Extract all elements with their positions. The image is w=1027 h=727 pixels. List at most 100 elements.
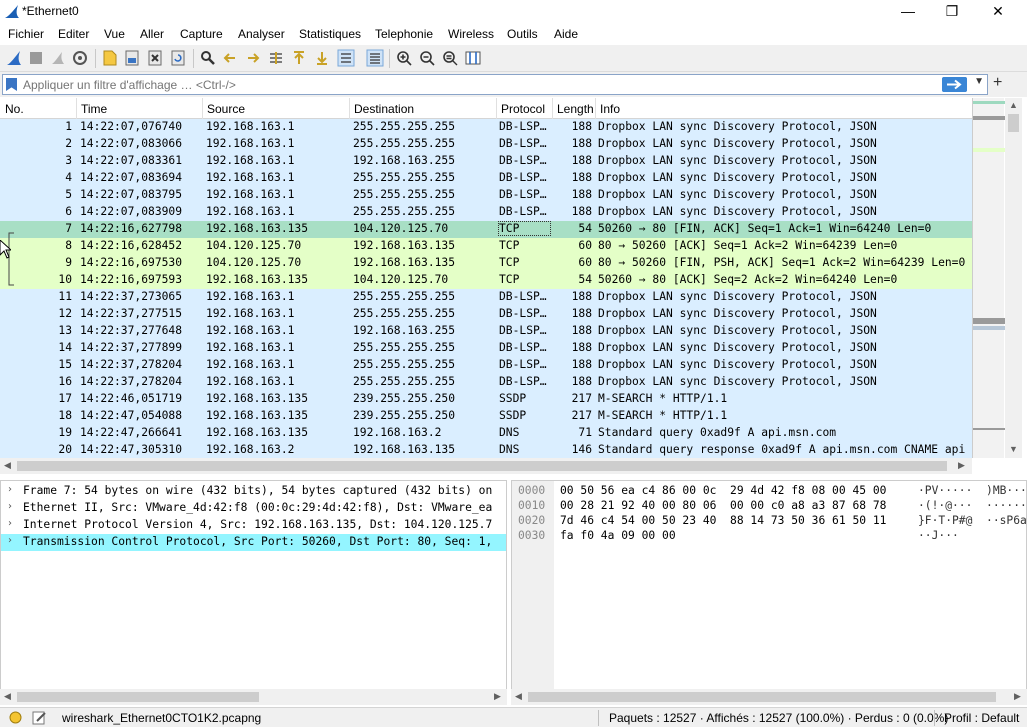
details-horizontal-scrollbar[interactable]: ◀ ▶ (0, 689, 507, 705)
column-length[interactable]: Length (557, 102, 593, 116)
column-no[interactable]: No. (5, 102, 24, 116)
table-row[interactable]: 9 14:22:16,697530 104.120.125.70 192.168.16… (0, 255, 972, 272)
menu-editer[interactable]: Editer (58, 27, 89, 41)
status-profile[interactable]: Profil : Default (944, 711, 1019, 725)
table-row[interactable]: 19 14:22:47,266641 192.168.163.135 192.168.… (0, 425, 972, 442)
zoom-normal-icon[interactable] (441, 49, 459, 67)
menu-fichier[interactable]: Fichier (8, 27, 44, 41)
detail-tree-item[interactable]: › Ethernet II, Src: VMware_4d:42:f8 (00:0… (1, 500, 506, 517)
capture-options-icon[interactable] (71, 49, 89, 67)
packet-destination: 255.255.255.255 (353, 171, 456, 184)
scroll-left-icon[interactable]: ◀ (515, 691, 522, 702)
scroll-right-icon[interactable]: ▶ (494, 691, 501, 702)
packet-destination: 192.168.163.255 (353, 154, 456, 167)
close-button[interactable]: ✕ (975, 0, 1021, 24)
table-row[interactable]: 3 14:22:07,083361 192.168.163.1 192.168.163… (0, 153, 972, 170)
apply-filter-arrow-icon[interactable] (942, 77, 967, 92)
table-row[interactable]: 14 14:22:37,277899 192.168.163.1 255.255.25… (0, 340, 972, 357)
menu-aide[interactable]: Aide (554, 27, 578, 41)
scroll-right-icon[interactable]: ▶ (958, 460, 965, 471)
restart-capture-icon[interactable] (49, 49, 67, 67)
menu-aller[interactable]: Aller (140, 27, 164, 41)
scroll-up-icon[interactable]: ▲ (1009, 100, 1018, 110)
packet-list-vertical-scrollbar[interactable]: ▲ ▼ (1005, 98, 1022, 458)
menu-outils[interactable]: Outils (507, 27, 538, 41)
autoscroll-icon[interactable] (337, 49, 355, 67)
table-row[interactable]: 15 14:22:37,278204 192.168.163.1 255.255.25… (0, 357, 972, 374)
table-row[interactable]: 7 14:22:16,627798 192.168.163.135 104.120.1… (0, 221, 972, 238)
table-row[interactable]: 12 14:22:37,277515 192.168.163.1 255.255.25… (0, 306, 972, 323)
bytes-horizontal-scrollbar[interactable]: ◀ ▶ (511, 689, 1027, 705)
close-file-icon[interactable] (146, 49, 164, 67)
table-row[interactable]: 17 14:22:46,051719 192.168.163.135 239.255.… (0, 391, 972, 408)
open-file-icon[interactable] (101, 49, 119, 67)
expand-chevron-right-icon[interactable]: › (8, 484, 12, 495)
table-row[interactable]: 8 14:22:16,628452 104.120.125.70 192.168.16… (0, 238, 972, 255)
scroll-left-icon[interactable]: ◀ (4, 691, 11, 702)
packet-time: 14:22:37,277648 (80, 324, 183, 337)
table-row[interactable]: 10 14:22:16,697593 192.168.163.135 104.120.… (0, 272, 972, 289)
detail-tree-item[interactable]: › Frame 7: 54 bytes on wire (432 bits), 5… (1, 483, 506, 500)
scroll-thumb[interactable] (17, 461, 947, 471)
table-row[interactable]: 2 14:22:07,083066 192.168.163.1 255.255.255… (0, 136, 972, 153)
table-row[interactable]: 20 14:22:47,305310 192.168.163.2 192.168.16… (0, 442, 972, 458)
column-source[interactable]: Source (207, 102, 245, 116)
table-row[interactable]: 13 14:22:37,277648 192.168.163.1 192.168.16… (0, 323, 972, 340)
last-packet-icon[interactable] (313, 49, 331, 67)
menu-capture[interactable]: Capture (180, 27, 223, 41)
colorize-icon[interactable] (366, 49, 384, 67)
packet-destination: 104.120.125.70 (353, 273, 449, 286)
detail-tree-item[interactable]: › Transmission Control Protocol, Src Port… (1, 534, 506, 551)
column-time[interactable]: Time (81, 102, 107, 116)
table-row[interactable]: 1 14:22:07,076740 192.168.163.1 255.255.255… (0, 119, 972, 136)
menu-telephonie[interactable]: Telephonie (375, 27, 433, 41)
detail-tree-item[interactable]: › Internet Protocol Version 4, Src: 192.1… (1, 517, 506, 534)
scroll-thumb[interactable] (17, 692, 259, 702)
packet-minimap[interactable] (972, 98, 1005, 458)
menu-vue[interactable]: Vue (104, 27, 125, 41)
display-filter-input[interactable] (23, 77, 923, 92)
expand-chevron-right-icon[interactable]: › (8, 535, 12, 546)
menu-statistiques[interactable]: Statistiques (299, 27, 361, 41)
zoom-in-icon[interactable] (395, 49, 413, 67)
table-row[interactable]: 6 14:22:07,083909 192.168.163.1 255.255.255… (0, 204, 972, 221)
go-forward-icon[interactable] (244, 49, 262, 67)
menu-analyser[interactable]: Analyser (238, 27, 285, 41)
scroll-thumb[interactable] (1008, 114, 1019, 132)
expert-info-icon[interactable] (9, 711, 22, 724)
table-row[interactable]: 11 14:22:37,273065 192.168.163.1 255.255.25… (0, 289, 972, 306)
go-back-icon[interactable] (221, 49, 239, 67)
expand-chevron-right-icon[interactable]: › (8, 518, 12, 529)
bookmark-icon[interactable] (6, 78, 17, 91)
column-protocol[interactable]: Protocol (501, 102, 545, 116)
scroll-thumb[interactable] (528, 692, 996, 702)
scroll-right-icon[interactable]: ▶ (1014, 691, 1021, 702)
scroll-down-icon[interactable]: ▼ (1009, 444, 1018, 454)
save-file-icon[interactable] (123, 49, 141, 67)
packet-destination: 239.255.255.250 (353, 392, 456, 405)
scroll-left-icon[interactable]: ◀ (4, 460, 11, 471)
filter-history-chevron-down-icon[interactable]: ▼ (974, 76, 984, 87)
start-capture-icon[interactable] (5, 49, 23, 67)
first-packet-icon[interactable] (290, 49, 308, 67)
column-info[interactable]: Info (600, 102, 620, 116)
table-row[interactable]: 4 14:22:07,083694 192.168.163.1 255.255.255… (0, 170, 972, 187)
stop-capture-icon[interactable] (27, 49, 45, 67)
add-filter-button[interactable]: + (993, 74, 1002, 92)
packet-list-horizontal-scrollbar[interactable]: ◀ ▶ (0, 458, 972, 474)
zoom-out-icon[interactable] (418, 49, 436, 67)
reload-file-icon[interactable] (169, 49, 187, 67)
capture-comment-icon[interactable] (32, 710, 47, 725)
go-to-packet-icon[interactable] (267, 49, 285, 67)
table-row[interactable]: 18 14:22:47,054088 192.168.163.135 239.255.… (0, 408, 972, 425)
table-row[interactable]: 16 14:22:37,278204 192.168.163.1 255.255.25… (0, 374, 972, 391)
table-row[interactable]: 5 14:22:07,083795 192.168.163.1 255.255.255… (0, 187, 972, 204)
expand-chevron-right-icon[interactable]: › (8, 501, 12, 512)
minimize-button[interactable]: — (885, 0, 931, 24)
menu-wireless[interactable]: Wireless (448, 27, 494, 41)
packet-time: 14:22:07,083694 (80, 171, 183, 184)
maximize-button[interactable]: ❐ (929, 0, 975, 24)
column-destination[interactable]: Destination (354, 102, 414, 116)
find-packet-icon[interactable] (199, 49, 217, 67)
resize-columns-icon[interactable] (464, 49, 482, 67)
